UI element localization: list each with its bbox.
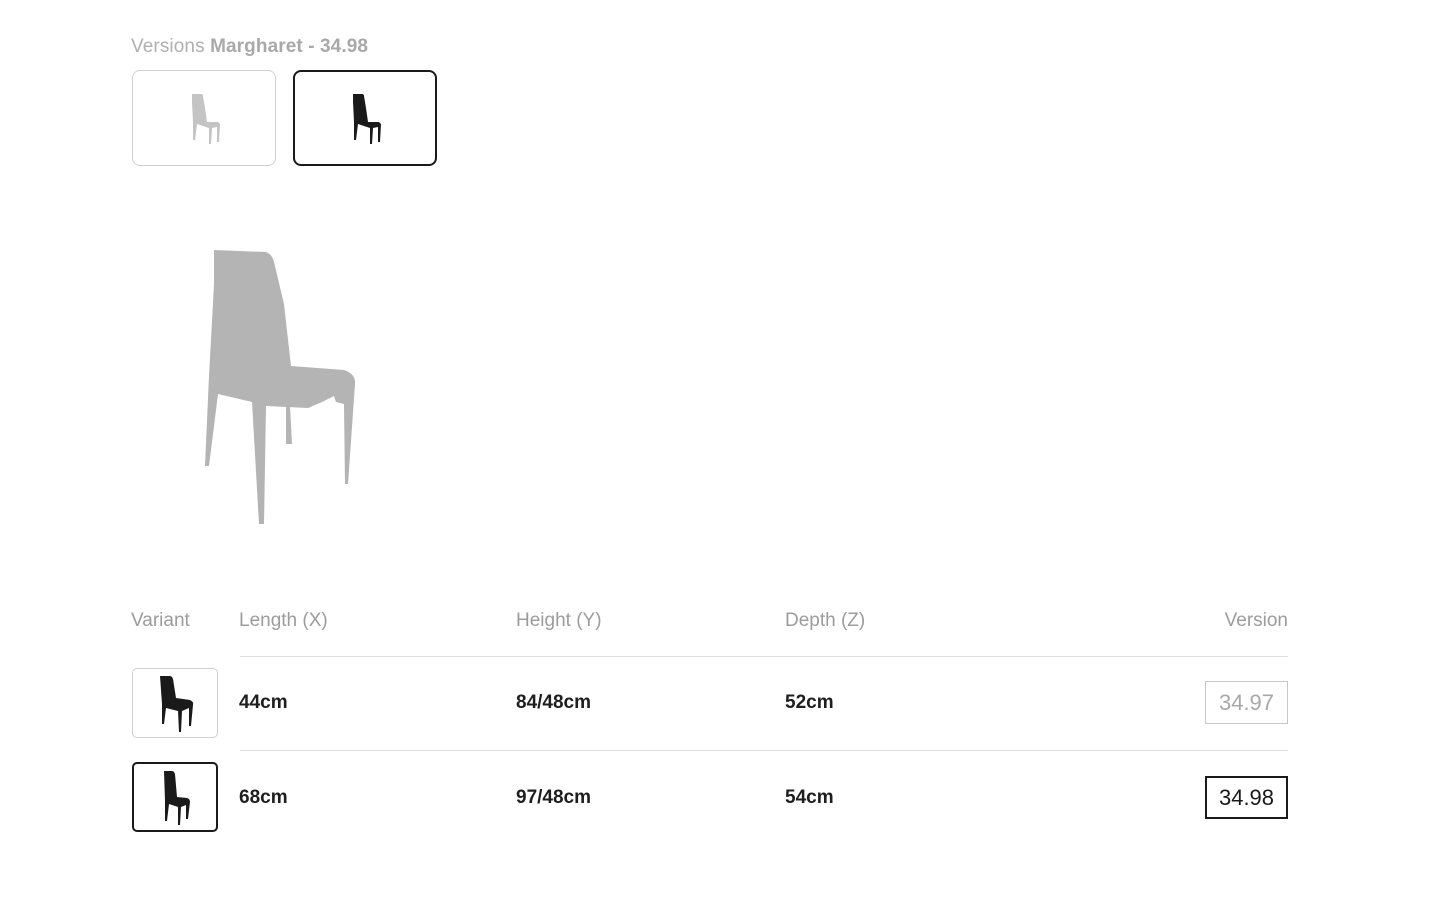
column-header-depth: Depth (Z) bbox=[785, 610, 866, 631]
column-header-version: Version bbox=[1224, 610, 1288, 631]
column-header-variant: Variant bbox=[131, 610, 190, 631]
selected-version-name: Margharet - 34.98 bbox=[210, 36, 369, 57]
column-header-height: Height (Y) bbox=[516, 610, 602, 631]
table-divider bbox=[240, 750, 1288, 751]
variant-thumbnail-1[interactable] bbox=[132, 668, 218, 738]
row1-height: 84/48cm bbox=[516, 692, 592, 713]
table-divider bbox=[240, 656, 1288, 657]
row2-depth: 54cm bbox=[785, 787, 834, 808]
chair-icon bbox=[192, 94, 220, 144]
version-thumbnail-3497[interactable] bbox=[132, 70, 276, 166]
version-thumbnail-3498[interactable] bbox=[293, 70, 437, 166]
column-header-length: Length (X) bbox=[239, 610, 328, 631]
chair-icon bbox=[353, 94, 381, 144]
row1-length: 44cm bbox=[239, 692, 288, 713]
variant-thumbnail-2[interactable] bbox=[132, 762, 218, 832]
chair-icon bbox=[205, 250, 356, 524]
chair-icon bbox=[160, 676, 194, 732]
row2-length: 68cm bbox=[239, 787, 288, 808]
versions-heading: Versions Margharet - 34.98 bbox=[131, 36, 368, 58]
row2-height: 97/48cm bbox=[516, 787, 592, 808]
version-button-3497[interactable]: 34.97 bbox=[1205, 681, 1288, 724]
version-button-3498[interactable]: 34.98 bbox=[1205, 776, 1288, 819]
row1-depth: 52cm bbox=[785, 692, 834, 713]
product-preview-image bbox=[196, 244, 366, 524]
versions-label: Versions bbox=[131, 36, 205, 57]
chair-icon bbox=[164, 771, 190, 825]
